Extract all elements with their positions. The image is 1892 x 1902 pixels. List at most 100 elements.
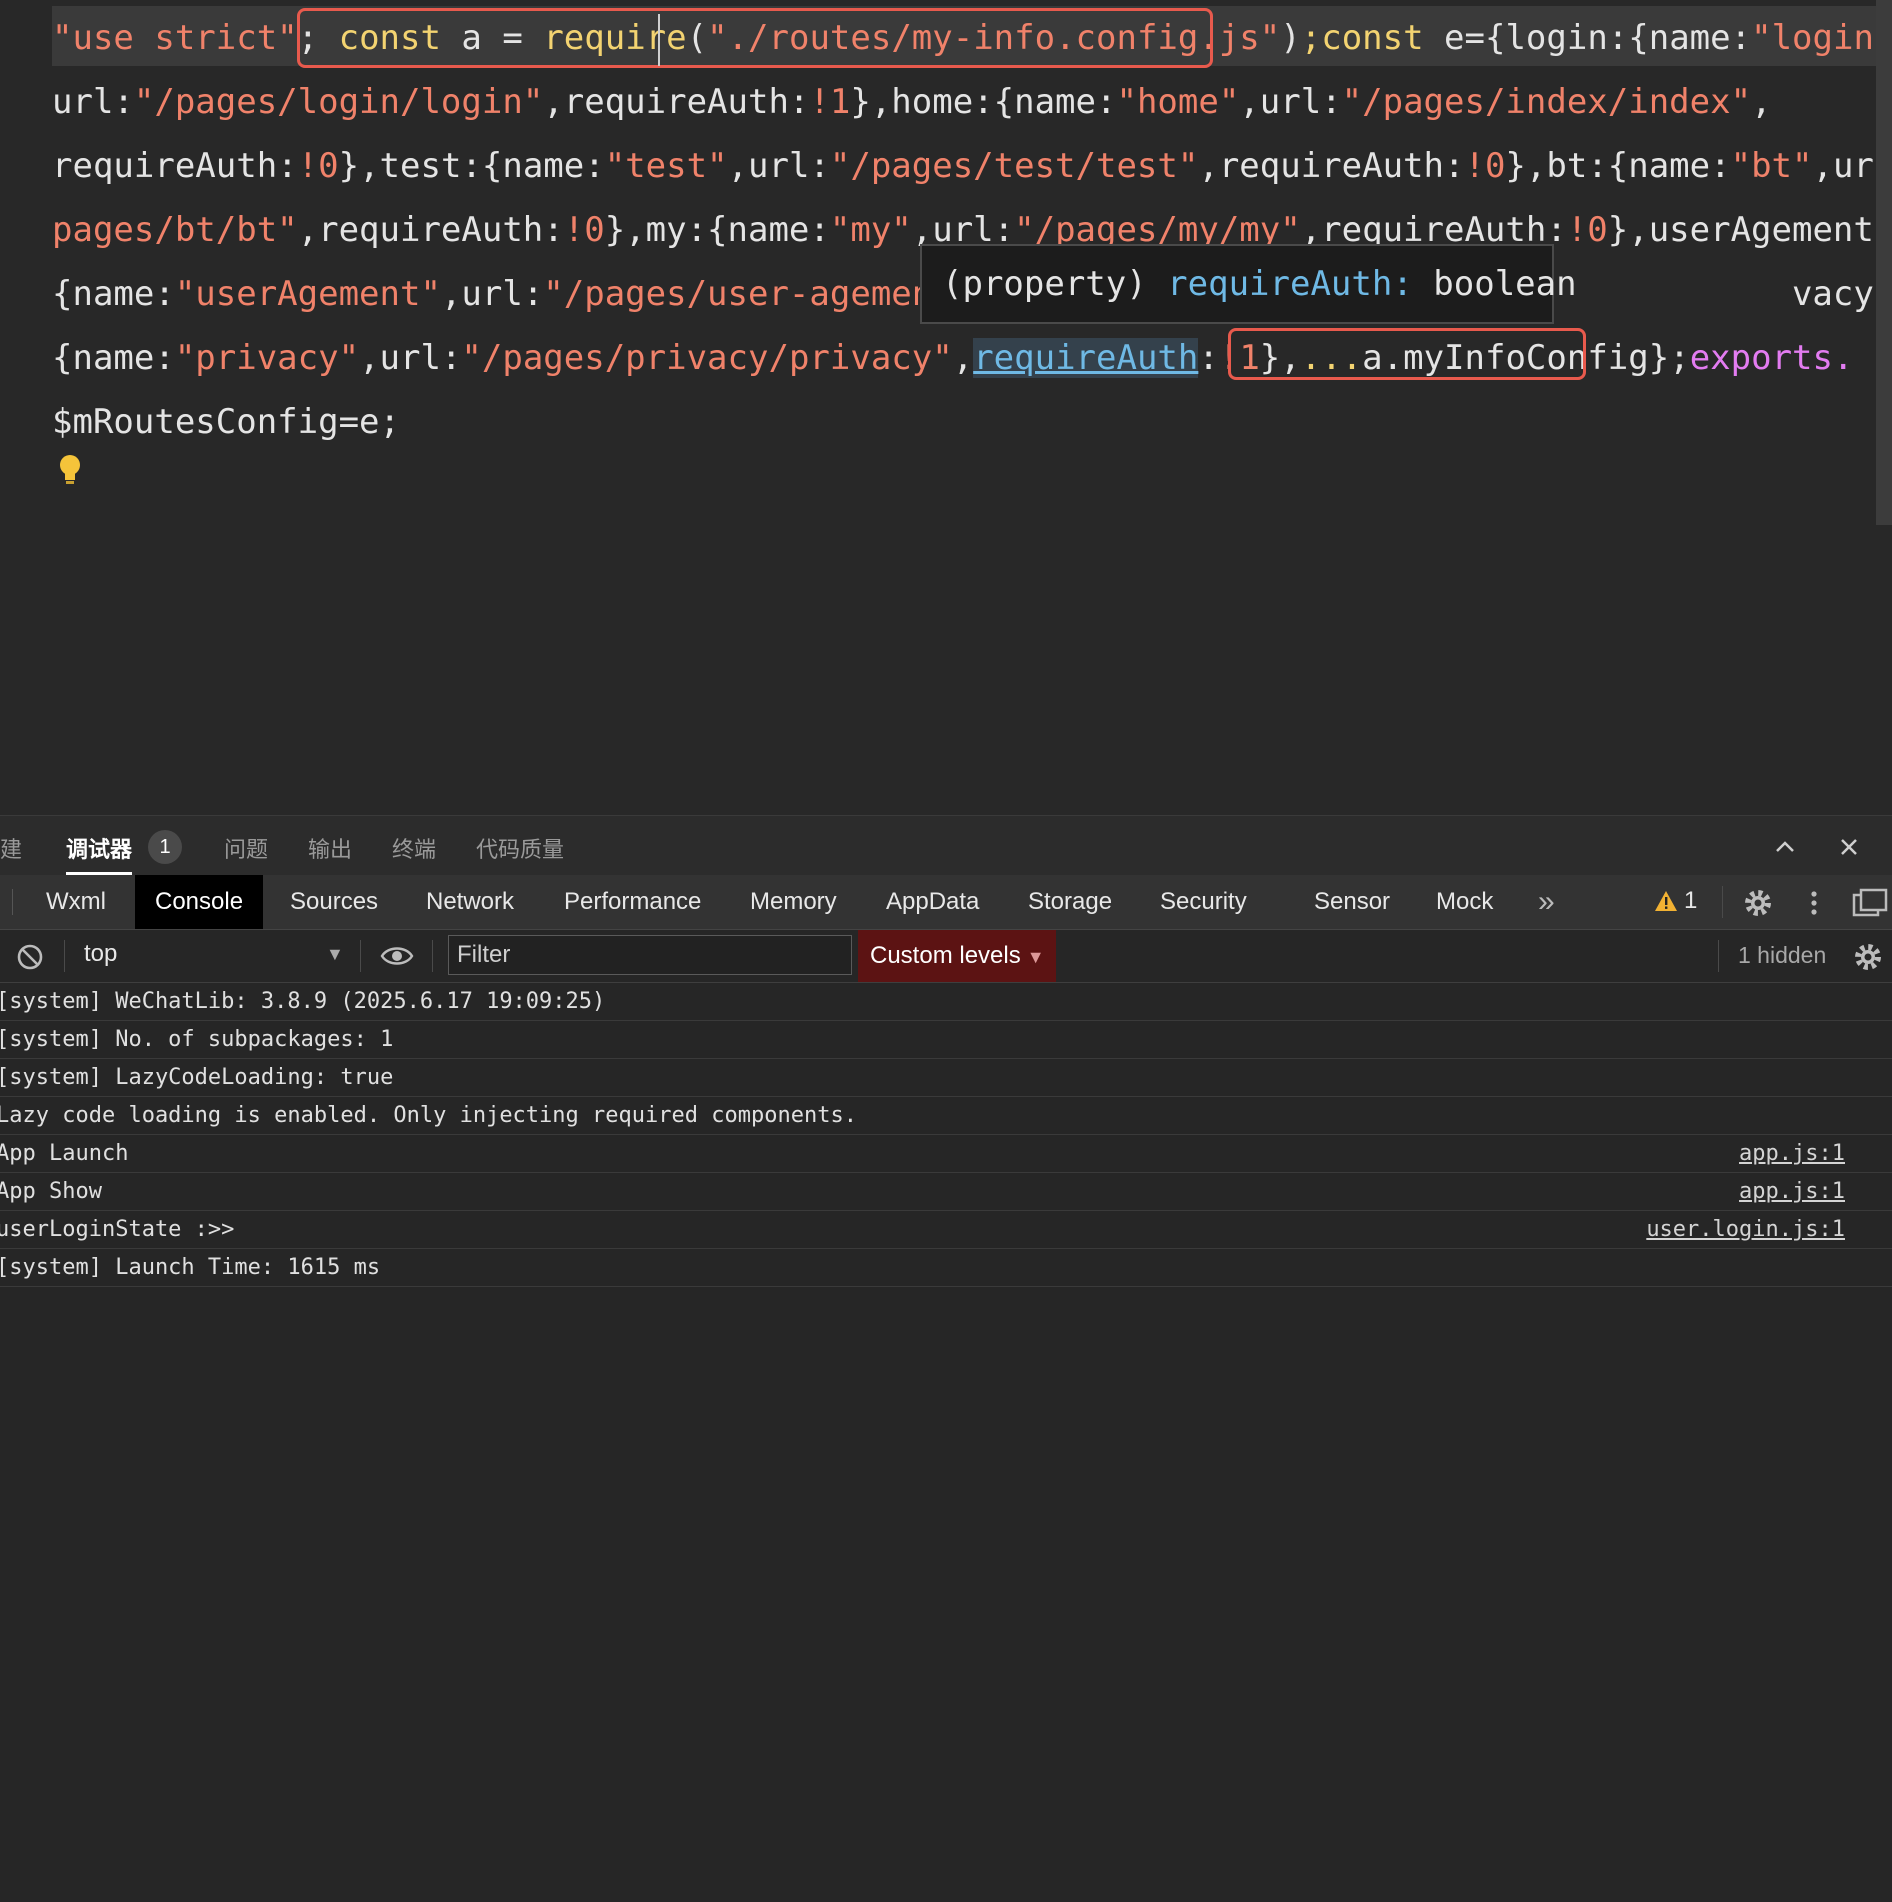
tab-appdata[interactable]: AppData bbox=[886, 875, 979, 929]
code-token: a = bbox=[440, 18, 544, 58]
close-icon[interactable] bbox=[1832, 830, 1866, 864]
code-token: !1 bbox=[1218, 338, 1260, 378]
console-message-text: Lazy code loading is enabled. Only injec… bbox=[0, 1103, 857, 1128]
separator bbox=[1718, 940, 1719, 972]
code-token: "/pages/index/index" bbox=[1341, 82, 1752, 122]
code-token: ; bbox=[297, 18, 339, 58]
code-token: },userAgement: bbox=[1607, 210, 1892, 250]
clear-console-icon[interactable] bbox=[16, 943, 44, 971]
tab-wxml[interactable]: Wxml bbox=[46, 875, 106, 929]
chevron-down-icon: ▼ bbox=[1026, 947, 1045, 967]
code-token: !0 bbox=[297, 146, 339, 186]
editor-scrollbar[interactable] bbox=[1876, 0, 1892, 525]
tab-memory[interactable]: Memory bbox=[750, 875, 837, 929]
code-token: "/pages/privacy/privacy" bbox=[461, 338, 953, 378]
debugger-badge: 1 bbox=[148, 830, 182, 864]
code-token: !1 bbox=[809, 82, 851, 122]
code-editor[interactable]: "use strict"; const a = require("./route… bbox=[0, 0, 1892, 815]
code-token: requireAuth: bbox=[52, 146, 298, 186]
more-tabs-icon[interactable]: » bbox=[1538, 875, 1555, 929]
source-link[interactable]: app.js:1 bbox=[1739, 1135, 1845, 1172]
source-link[interactable]: app.js:1 bbox=[1739, 1173, 1845, 1210]
code-token: "test" bbox=[604, 146, 728, 186]
warning-icon[interactable] bbox=[1654, 890, 1678, 912]
context-selector[interactable]: top bbox=[84, 940, 117, 968]
code-token: pages/bt/bt" bbox=[52, 210, 298, 250]
code-token: },my:{name: bbox=[604, 210, 830, 250]
console-message: userLoginState :>> user.login.js:1 bbox=[0, 1211, 1892, 1249]
console-message: App Launch app.js:1 bbox=[0, 1135, 1892, 1173]
tab-sources[interactable]: Sources bbox=[290, 875, 378, 929]
log-levels-dropdown[interactable]: Custom levels ▼ bbox=[858, 930, 1056, 982]
tab-build[interactable]: 构建 bbox=[0, 832, 22, 864]
tooltip-prefix: (property) bbox=[942, 264, 1168, 304]
warning-count[interactable]: 1 bbox=[1684, 887, 1697, 915]
hovered-identifier: requireAuth bbox=[973, 338, 1199, 378]
separator bbox=[1722, 886, 1723, 918]
code-token: {name: bbox=[52, 338, 175, 378]
console-message-text: App Show bbox=[0, 1179, 102, 1204]
code-line: $mRoutesConfig=e; bbox=[52, 402, 400, 442]
code-token: !0 bbox=[1464, 146, 1506, 186]
separator bbox=[432, 940, 433, 972]
console-message-text: [system] No. of subpackages: 1 bbox=[0, 1027, 394, 1052]
chevron-up-icon[interactable] bbox=[1768, 830, 1802, 864]
undock-icon[interactable] bbox=[1852, 887, 1888, 919]
console-settings-gear-icon[interactable] bbox=[1852, 941, 1884, 973]
code-token: exports. bbox=[1689, 338, 1854, 378]
code-token: ; bbox=[1300, 18, 1322, 58]
code-token: $mRoutesConfig=e; bbox=[52, 402, 400, 442]
hidden-messages-count: 1 hidden bbox=[1738, 942, 1827, 968]
code-token: const bbox=[338, 18, 441, 58]
code-line: requireAuth:!0},test:{name:"test",url:"/… bbox=[52, 146, 1892, 186]
tab-debugger[interactable]: 调试器 bbox=[66, 832, 132, 864]
code-token: "userAgement" bbox=[174, 274, 441, 314]
console-message-text: [system] Launch Time: 1615 ms bbox=[0, 1255, 381, 1280]
tab-mock[interactable]: Mock bbox=[1436, 875, 1493, 929]
code-token: "use strict" bbox=[52, 18, 298, 58]
kebab-menu-icon[interactable] bbox=[1802, 887, 1826, 919]
console-message: [system] No. of subpackages: 1 bbox=[0, 1021, 1892, 1059]
tab-code-quality[interactable]: 代码质量 bbox=[476, 832, 564, 864]
gear-icon[interactable] bbox=[1742, 887, 1774, 919]
code-token: !0 bbox=[563, 210, 605, 250]
console-message-text: [system] WeChatLib: 3.8.9 (2025.6.17 19:… bbox=[0, 989, 606, 1014]
text-cursor bbox=[658, 14, 660, 66]
tab-terminal[interactable]: 终端 bbox=[392, 832, 436, 864]
code-line: {name:"privacy",url:"/pages/privacy/priv… bbox=[52, 338, 1853, 378]
hover-tooltip: (property) requireAuth: boolean bbox=[920, 244, 1577, 324]
code-token: "login" bbox=[1751, 18, 1892, 58]
code-token: ,requireAuth: bbox=[297, 210, 564, 250]
tab-security[interactable]: Security bbox=[1160, 875, 1247, 929]
tooltip-type: boolean bbox=[1412, 264, 1577, 304]
lightbulb-icon[interactable] bbox=[56, 452, 84, 488]
code-token: },test:{name: bbox=[338, 146, 605, 186]
source-link[interactable]: user.login.js:1 bbox=[1646, 1211, 1845, 1248]
tab-sensor[interactable]: Sensor bbox=[1314, 875, 1390, 929]
separator bbox=[360, 940, 361, 972]
code-token: }, bbox=[1259, 338, 1301, 378]
tab-console[interactable]: Console bbox=[135, 875, 264, 929]
tab-problems[interactable]: 问题 bbox=[224, 832, 268, 864]
filter-input[interactable] bbox=[448, 935, 852, 975]
console-message-text: [system] LazyCodeLoading: true bbox=[0, 1065, 394, 1090]
console-toolbar: top ▼ Custom levels▼ 1 hidden bbox=[0, 930, 1892, 983]
code-token: ,url: bbox=[1239, 82, 1342, 122]
code-token: ; bbox=[1669, 338, 1690, 378]
code-token: : bbox=[1198, 338, 1219, 378]
eye-icon[interactable] bbox=[380, 943, 414, 969]
tab-performance[interactable]: Performance bbox=[564, 875, 701, 929]
tab-network[interactable]: Network bbox=[426, 875, 514, 929]
panel-tab-bar: 构建 调试器 1 问题 输出 终端 代码质量 bbox=[0, 815, 1892, 876]
tab-storage[interactable]: Storage bbox=[1028, 875, 1112, 929]
console-output[interactable]: [system] WeChatLib: 3.8.9 (2025.6.17 19:… bbox=[0, 983, 1892, 1287]
code-token: ( bbox=[686, 18, 708, 58]
code-token: ... bbox=[1300, 338, 1363, 378]
code-token: "bt" bbox=[1730, 146, 1813, 186]
code-token: ) bbox=[1280, 18, 1301, 58]
code-token: "./routes/my-info.config.js" bbox=[707, 18, 1281, 58]
code-text[interactable]: "use strict"; const a = require("./route… bbox=[52, 6, 1892, 454]
dropdown-arrow-icon[interactable]: ▼ bbox=[326, 944, 344, 965]
console-message: [system] LazyCodeLoading: true bbox=[0, 1059, 1892, 1097]
tab-output[interactable]: 输出 bbox=[308, 832, 352, 864]
